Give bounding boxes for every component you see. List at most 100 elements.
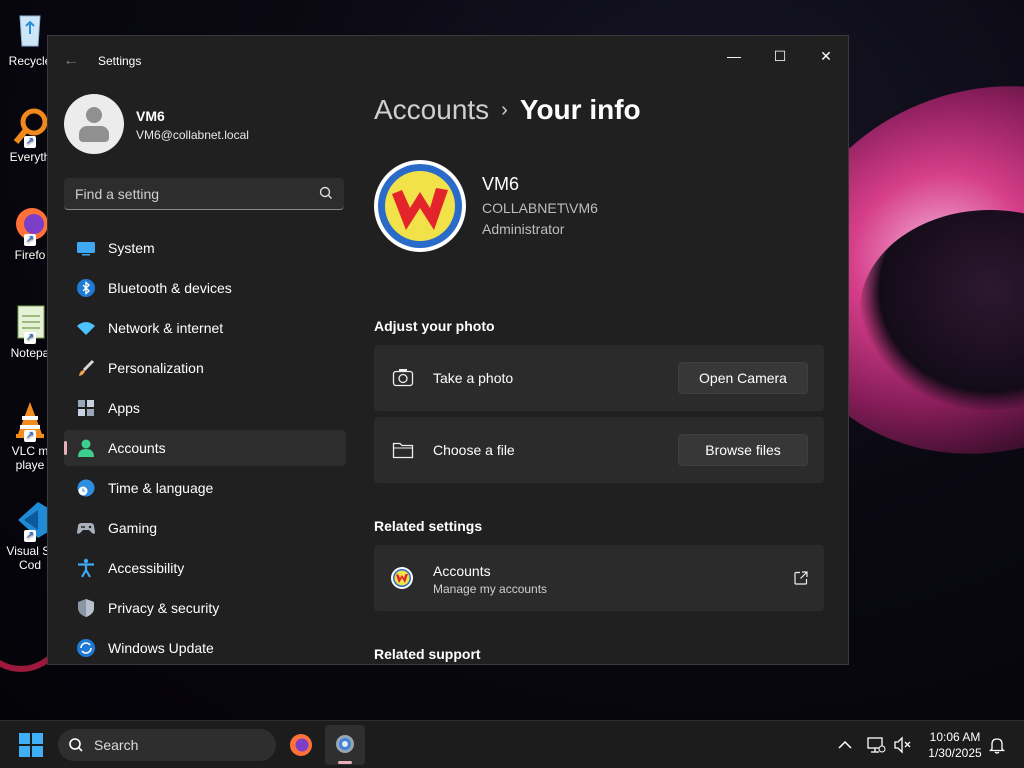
- sidebar-item-label: System: [108, 240, 155, 256]
- sidebar-item-label: Privacy & security: [108, 600, 220, 616]
- firefox-icon: ↗: [10, 204, 50, 246]
- sidebar-item-label: Network & internet: [108, 320, 224, 336]
- firefox-icon: [290, 734, 312, 756]
- choose-file-card: Choose a file Browse files: [374, 417, 824, 483]
- notepad-icon: ↗: [10, 302, 50, 344]
- breadcrumb-separator: ›: [501, 99, 508, 121]
- sidebar-item-label: Gaming: [108, 520, 158, 536]
- taskbar: Search 10:06 AM 1/30/2025: [0, 720, 1024, 768]
- close-button[interactable]: ✕: [803, 40, 848, 72]
- browse-files-button[interactable]: Browse files: [678, 434, 808, 466]
- user-role: Administrator: [482, 221, 565, 237]
- windows-start-icon[interactable]: [18, 732, 44, 758]
- sidebar-item-accessibility[interactable]: Accessibility: [64, 550, 346, 586]
- folder-icon: [392, 442, 414, 459]
- sidebar-item-label: Apps: [108, 400, 140, 416]
- accounts-link-card[interactable]: Accounts Manage my accounts: [374, 545, 824, 611]
- search-placeholder: Find a setting: [75, 186, 160, 202]
- search-magnifier-icon: ↗: [10, 106, 50, 148]
- back-arrow-icon: ←: [63, 52, 79, 69]
- title-bar: ← Settings — ☐ ✕: [48, 36, 848, 84]
- sidebar-item-accounts[interactable]: Accounts: [64, 430, 346, 466]
- shield-icon: [78, 599, 94, 617]
- network-display-icon[interactable]: [866, 735, 886, 755]
- sidebar-item-label: Accounts: [108, 440, 166, 456]
- accounts-icon: [78, 439, 94, 457]
- shortcut-arrow-icon: ↗: [24, 234, 36, 246]
- sidebar-item-label: Accessibility: [108, 560, 185, 576]
- shortcut-arrow-icon: ↗: [24, 530, 36, 542]
- minimize-button[interactable]: —: [711, 40, 757, 72]
- clock-date: 1/30/2025: [928, 746, 982, 760]
- accounts-link-title: Accounts: [433, 563, 491, 579]
- take-photo-label: Take a photo: [433, 370, 514, 386]
- shortcut-arrow-icon: ↗: [24, 332, 36, 344]
- user-domain: COLLABNET\VM6: [482, 200, 598, 216]
- vscode-icon: ↗: [10, 500, 50, 542]
- profile-header[interactable]: VM6 VM6@collabnet.local: [64, 94, 354, 154]
- sidebar-item-network[interactable]: Network & internet: [64, 310, 346, 346]
- sidebar-item-label: Bluetooth & devices: [108, 280, 232, 296]
- bluetooth-icon: [77, 279, 95, 297]
- clock-time: 10:06 AM: [929, 730, 981, 744]
- sidebar-item-gaming[interactable]: Gaming: [64, 510, 346, 546]
- main-content: Accounts › Your info VM6 COLLABNET\VM6 Adm…: [374, 84, 848, 664]
- profile-email: VM6@collabnet.local: [136, 128, 249, 142]
- accounts-link-subtitle: Manage my accounts: [433, 582, 548, 596]
- vlc-cone-icon: ↗: [10, 400, 50, 442]
- accounts-logo-icon: [391, 567, 413, 589]
- apps-icon: [78, 400, 94, 416]
- adjust-photo-heading: Adjust your photo: [374, 318, 495, 334]
- nav-list: System Bluetooth & devices Network & int…: [64, 230, 346, 664]
- brush-icon: [79, 359, 95, 376]
- related-settings-heading: Related settings: [374, 518, 483, 534]
- camera-icon: [392, 369, 414, 387]
- open-camera-button[interactable]: Open Camera: [678, 362, 808, 394]
- sidebar-item-apps[interactable]: Apps: [64, 390, 346, 426]
- avatar-body: [79, 126, 109, 142]
- settings-window: ← Settings — ☐ ✕ VM6 VM6@collabnet.local…: [47, 35, 849, 665]
- sidebar-item-system[interactable]: System: [64, 230, 346, 266]
- globe-clock-icon: [77, 479, 95, 497]
- sidebar-item-time-language[interactable]: Time & language: [64, 470, 346, 506]
- sidebar-item-label: Time & language: [108, 480, 214, 496]
- system-clock[interactable]: 10:06 AM 1/30/2025: [914, 729, 996, 761]
- sidebar-item-privacy[interactable]: Privacy & security: [64, 590, 346, 626]
- breadcrumb: Accounts › Your info: [374, 94, 641, 126]
- gamepad-icon: [77, 523, 95, 534]
- user-avatar: [374, 160, 466, 252]
- related-support-heading: Related support: [374, 646, 481, 662]
- taskbar-firefox[interactable]: [281, 725, 321, 765]
- taskbar-search-label: Search: [94, 737, 139, 753]
- shortcut-arrow-icon: ↗: [24, 136, 36, 148]
- update-icon: [77, 639, 95, 657]
- maximize-button[interactable]: ☐: [757, 40, 803, 72]
- sidebar-item-windows-update[interactable]: Windows Update: [64, 630, 346, 664]
- avatar-head: [86, 107, 102, 123]
- profile-name: VM6: [136, 108, 165, 124]
- search-icon: [69, 738, 83, 752]
- back-button[interactable]: ←: [60, 50, 82, 72]
- taskbar-settings[interactable]: [325, 725, 365, 765]
- page-title: Your info: [519, 94, 641, 125]
- chevron-up-icon[interactable]: [835, 735, 855, 755]
- sidebar: VM6 VM6@collabnet.local Find a setting S…: [48, 84, 358, 664]
- speaker-muted-icon[interactable]: [892, 735, 912, 755]
- taskbar-search[interactable]: Search: [58, 729, 276, 761]
- system-icon: [77, 242, 95, 256]
- search-icon: [319, 186, 332, 199]
- search-input[interactable]: Find a setting: [64, 178, 344, 210]
- take-photo-card: Take a photo Open Camera: [374, 345, 824, 411]
- user-avatar-logo-icon: [378, 164, 462, 248]
- sidebar-item-personalization[interactable]: Personalization: [64, 350, 346, 386]
- breadcrumb-parent[interactable]: Accounts: [374, 94, 489, 125]
- sidebar-item-label: Personalization: [108, 360, 204, 376]
- sidebar-item-bluetooth[interactable]: Bluetooth & devices: [64, 270, 346, 306]
- user-info-card: VM6 COLLABNET\VM6 Administrator: [374, 160, 848, 252]
- accessibility-icon: [78, 558, 94, 578]
- avatar: [64, 94, 124, 154]
- shortcut-arrow-icon: ↗: [24, 430, 36, 442]
- choose-file-label: Choose a file: [433, 442, 515, 458]
- notification-bell-icon[interactable]: [987, 735, 1007, 755]
- sidebar-item-label: Windows Update: [108, 640, 214, 656]
